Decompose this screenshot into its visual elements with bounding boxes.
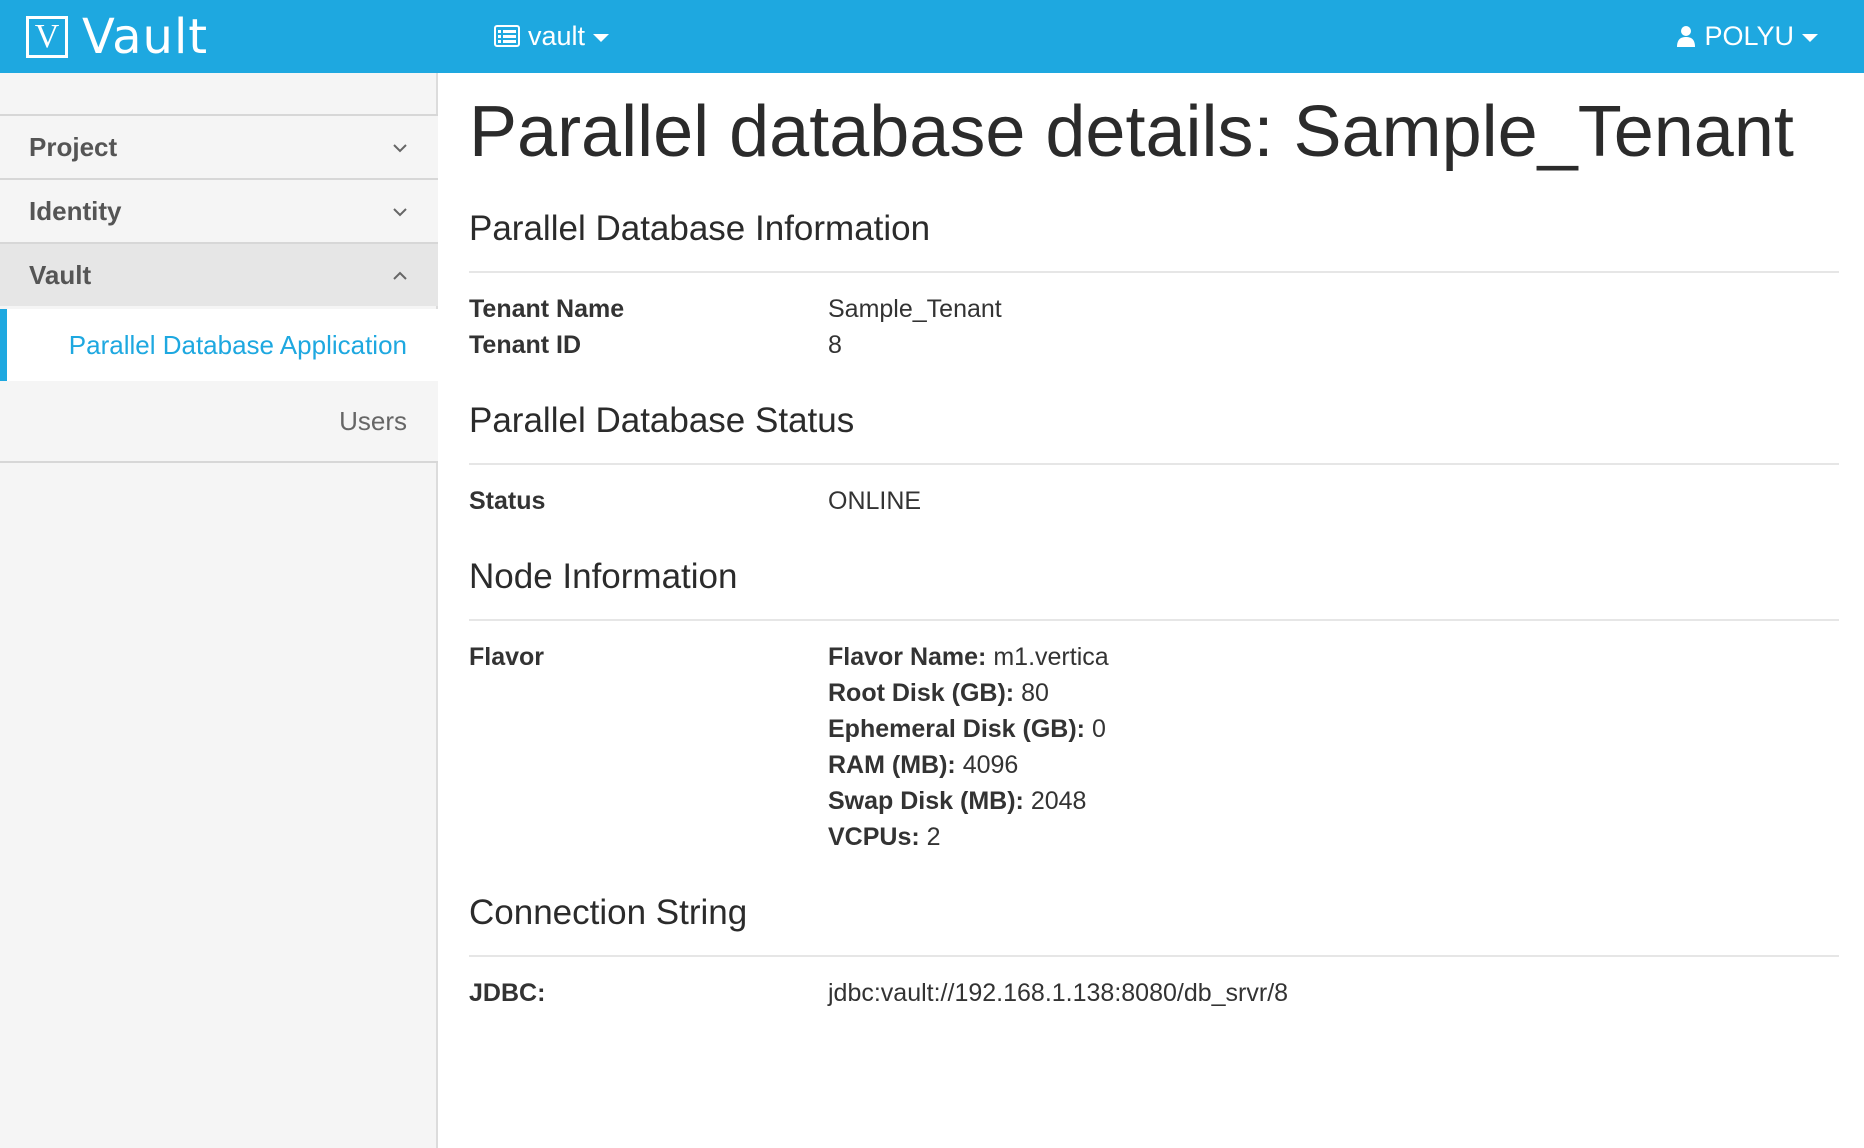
sidebar: Project Identity Vault Parallel Database… [0, 73, 438, 1148]
tenant-name-label: Tenant Name [469, 295, 625, 323]
chevron-down-icon [393, 144, 407, 153]
jdbc-label: JDBC: [469, 979, 546, 1007]
sidebar-group-label: Vault [29, 259, 92, 290]
section-heading-information: Parallel Database Information [469, 209, 931, 248]
jdbc-connection-string[interactable]: jdbc:vault://192.168.1.138:8080/db_srvr/… [828, 979, 1288, 1008]
chevron-down-icon [393, 208, 407, 217]
user-menu-label: POLYU [1704, 20, 1794, 51]
tenant-id-label: Tenant ID [469, 331, 582, 359]
tenant-id-value: 8 [828, 331, 842, 359]
sidebar-group-project[interactable]: Project [0, 114, 438, 178]
top-navbar: V Vault vault POLYU [0, 0, 1864, 73]
flavor-detail-key: VCPUs: [828, 823, 920, 851]
project-switcher-label: vault [528, 20, 586, 51]
sidebar-group-label: Project [29, 131, 118, 162]
status-value: ONLINE [828, 487, 922, 515]
flavor-detail-row: Swap Disk (MB): 2048 [828, 783, 1109, 819]
brand[interactable]: V Vault [26, 9, 209, 65]
flavor-detail-row: VCPUs: 2 [828, 819, 1109, 855]
sidebar-item-label: Parallel Database Application [68, 329, 407, 360]
flavor-detail-value: 80 [1021, 679, 1049, 707]
flavor-label: Flavor [469, 643, 545, 671]
section-heading-status: Parallel Database Status [469, 401, 855, 440]
section-heading-connection: Connection String [469, 893, 748, 932]
divider [469, 463, 1839, 465]
status-label: Status [469, 487, 546, 515]
flavor-detail-value: 2048 [1030, 787, 1087, 815]
section-heading-node: Node Information [469, 557, 738, 596]
flavor-details: Flavor Name: m1.vertica Root Disk (GB): … [828, 639, 1109, 855]
flavor-detail-row: Flavor Name: m1.vertica [828, 639, 1109, 675]
divider [469, 271, 1839, 273]
user-menu-dropdown[interactable]: POLYU [1676, 18, 1818, 54]
sidebar-group-label: Identity [29, 195, 122, 226]
sidebar-item-label: Users [339, 405, 407, 436]
flavor-detail-row: RAM (MB): 4096 [828, 747, 1109, 783]
flavor-detail-row: Ephemeral Disk (GB): 0 [828, 711, 1109, 747]
flavor-detail-value: 0 [1091, 715, 1106, 743]
flavor-detail-value: 2 [926, 823, 941, 851]
tenant-name-value: Sample_Tenant [828, 295, 1002, 323]
flavor-detail-key: Root Disk (GB): [828, 679, 1015, 707]
vault-logo-icon: V [26, 16, 68, 58]
flavor-detail-key: Ephemeral Disk (GB): [828, 715, 1086, 743]
flavor-detail-key: Flavor Name: [828, 643, 987, 671]
flavor-detail-value: 4096 [962, 751, 1019, 779]
user-icon [1677, 26, 1696, 47]
caret-down-icon [593, 34, 610, 42]
divider [469, 619, 1839, 621]
flavor-detail-row: Root Disk (GB): 80 [828, 675, 1109, 711]
flavor-detail-value: m1.vertica [993, 643, 1109, 671]
caret-down-icon [1802, 34, 1818, 42]
vault-logo-letter: V [34, 18, 60, 55]
sidebar-item-users[interactable]: Users [0, 381, 438, 463]
sidebar-group-vault[interactable]: Vault [0, 242, 438, 306]
flavor-detail-key: Swap Disk (MB): [828, 787, 1024, 815]
list-icon [494, 25, 520, 47]
chevron-up-icon [393, 271, 407, 280]
sidebar-item-parallel-database-application[interactable]: Parallel Database Application [0, 309, 438, 381]
sidebar-group-identity[interactable]: Identity [0, 178, 438, 242]
divider [469, 955, 1839, 957]
page-title: Parallel database details: Sample_Tenant [469, 92, 1794, 172]
brand-name: Vault [82, 9, 209, 65]
flavor-detail-key: RAM (MB): [828, 751, 956, 779]
project-switcher-dropdown[interactable]: vault [494, 18, 610, 54]
